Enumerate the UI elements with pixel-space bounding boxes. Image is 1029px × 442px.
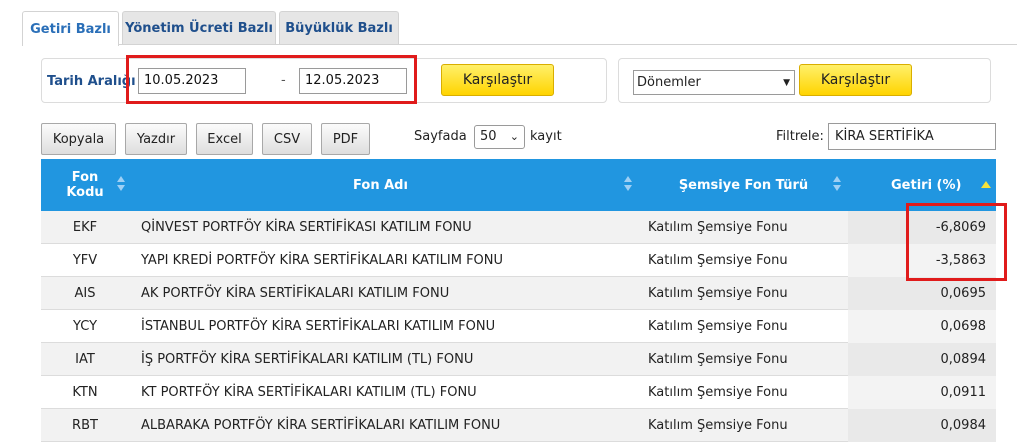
column-header-fund-name[interactable]: Fon Adı: [129, 159, 632, 211]
sort-icon: [117, 176, 127, 192]
umbrella-type: Katılım Şemsiye Fonu: [648, 352, 788, 367]
filter-input[interactable]: KİRA SERTİFİKA: [828, 123, 996, 150]
end-date-input[interactable]: 12.05.2023: [299, 68, 407, 94]
fund-return: 0,0911: [848, 376, 996, 409]
table-row[interactable]: AIS AK PORTFÖY KİRA SERTİFİKALARI KATILI…: [41, 277, 996, 310]
sort-icon: [624, 176, 634, 192]
start-date-input[interactable]: 10.05.2023: [138, 68, 246, 94]
fund-name: QİNVEST PORTFÖY KİRA SERTİFİKASI KATILIM…: [141, 220, 472, 235]
fund-return: 0,0695: [848, 277, 996, 310]
chevron-down-icon: ⌄: [509, 130, 519, 143]
fund-name: ALBARAKA PORTFÖY KİRA SERTİFİKALARI KATI…: [141, 418, 501, 433]
table-body: EKF QİNVEST PORTFÖY KİRA SERTİFİKASI KAT…: [41, 211, 996, 442]
table-row[interactable]: IAT İŞ PORTFÖY KİRA SERTİFİKALARI KATILI…: [41, 343, 996, 376]
tab-buyukluk-bazli[interactable]: Büyüklük Bazlı: [279, 11, 399, 45]
pdf-button[interactable]: PDF: [321, 123, 370, 155]
fund-name: YAPI KREDİ PORTFÖY KİRA SERTİFİKALARI KA…: [141, 253, 504, 268]
fund-code: AIS: [74, 286, 96, 301]
table-header: Fon Kodu Fon Adı Şemsiye Fon Türü Getiri…: [41, 159, 996, 211]
column-header-fund-code[interactable]: Fon Kodu: [41, 159, 129, 211]
fund-return: -6,8069: [848, 211, 996, 244]
fund-name: AK PORTFÖY KİRA SERTİFİKALARI KATILIM FO…: [141, 286, 450, 301]
page-size-prefix: Sayfada: [414, 129, 467, 144]
fund-code: YFV: [72, 253, 98, 268]
filter-label: Filtrele:: [776, 129, 824, 144]
fund-code: EKF: [72, 220, 98, 235]
fund-name: KT PORTFÖY KİRA SERTİFİKALARI KATILIM (T…: [141, 385, 477, 400]
print-button[interactable]: Yazdır: [125, 123, 187, 155]
tab-content-divider: [22, 44, 1017, 45]
umbrella-type: Katılım Şemsiye Fonu: [648, 418, 788, 433]
fund-return: 0,0894: [848, 343, 996, 376]
date-range-label: Tarih Aralığı: [47, 74, 136, 89]
page-size-value: 50: [480, 129, 497, 144]
table-row[interactable]: YFV YAPI KREDİ PORTFÖY KİRA SERTİFİKALAR…: [41, 244, 996, 277]
umbrella-type: Katılım Şemsiye Fonu: [648, 385, 788, 400]
fund-code: IAT: [75, 352, 95, 367]
sort-icon: [833, 176, 843, 192]
fund-name: İSTANBUL PORTFÖY KİRA SERTİFİKALARI KATI…: [141, 319, 496, 334]
chevron-down-icon: ▼: [783, 78, 790, 88]
fund-code: YCY: [72, 319, 98, 334]
fund-name: İŞ PORTFÖY KİRA SERTİFİKALARI KATILIM (T…: [141, 352, 474, 367]
fund-code: KTN: [72, 385, 98, 400]
date-compare-button[interactable]: Karşılaştır: [441, 64, 554, 96]
umbrella-type: Katılım Şemsiye Fonu: [648, 286, 788, 301]
fund-return: 0,0984: [848, 409, 996, 442]
sort-ascending-icon: [981, 181, 991, 188]
column-header-return[interactable]: Getiri (%): [848, 159, 996, 211]
copy-button[interactable]: Kopyala: [41, 123, 116, 155]
date-separator: -: [281, 73, 286, 88]
period-select-value: Dönemler: [637, 75, 701, 90]
csv-button[interactable]: CSV: [262, 123, 312, 155]
table-row[interactable]: RBT ALBARAKA PORTFÖY KİRA SERTİFİKALARI …: [41, 409, 996, 442]
page-size-select[interactable]: 50 ⌄: [474, 125, 525, 149]
page-size-suffix: kayıt: [530, 129, 562, 144]
excel-button[interactable]: Excel: [196, 123, 253, 155]
umbrella-type: Katılım Şemsiye Fonu: [648, 319, 788, 334]
fund-return: 0,0698: [848, 310, 996, 343]
umbrella-type: Katılım Şemsiye Fonu: [648, 220, 788, 235]
fund-code: RBT: [72, 418, 98, 433]
table-row[interactable]: YCY İSTANBUL PORTFÖY KİRA SERTİFİKALARI …: [41, 310, 996, 343]
tab-getiri-bazli[interactable]: Getiri Bazlı: [22, 11, 119, 46]
umbrella-type: Katılım Şemsiye Fonu: [648, 253, 788, 268]
fund-return: -3,5863: [848, 244, 996, 277]
period-compare-button[interactable]: Karşılaştır: [799, 64, 912, 96]
column-header-umbrella-type[interactable]: Şemsiye Fon Türü: [641, 159, 846, 211]
table-row[interactable]: EKF QİNVEST PORTFÖY KİRA SERTİFİKASI KAT…: [41, 211, 996, 244]
tab-yonetim-ucreti-bazli[interactable]: Yönetim Ücreti Bazlı: [122, 11, 276, 45]
table-row[interactable]: KTN KT PORTFÖY KİRA SERTİFİKALARI KATILI…: [41, 376, 996, 409]
period-select[interactable]: Dönemler ▼: [633, 70, 795, 95]
